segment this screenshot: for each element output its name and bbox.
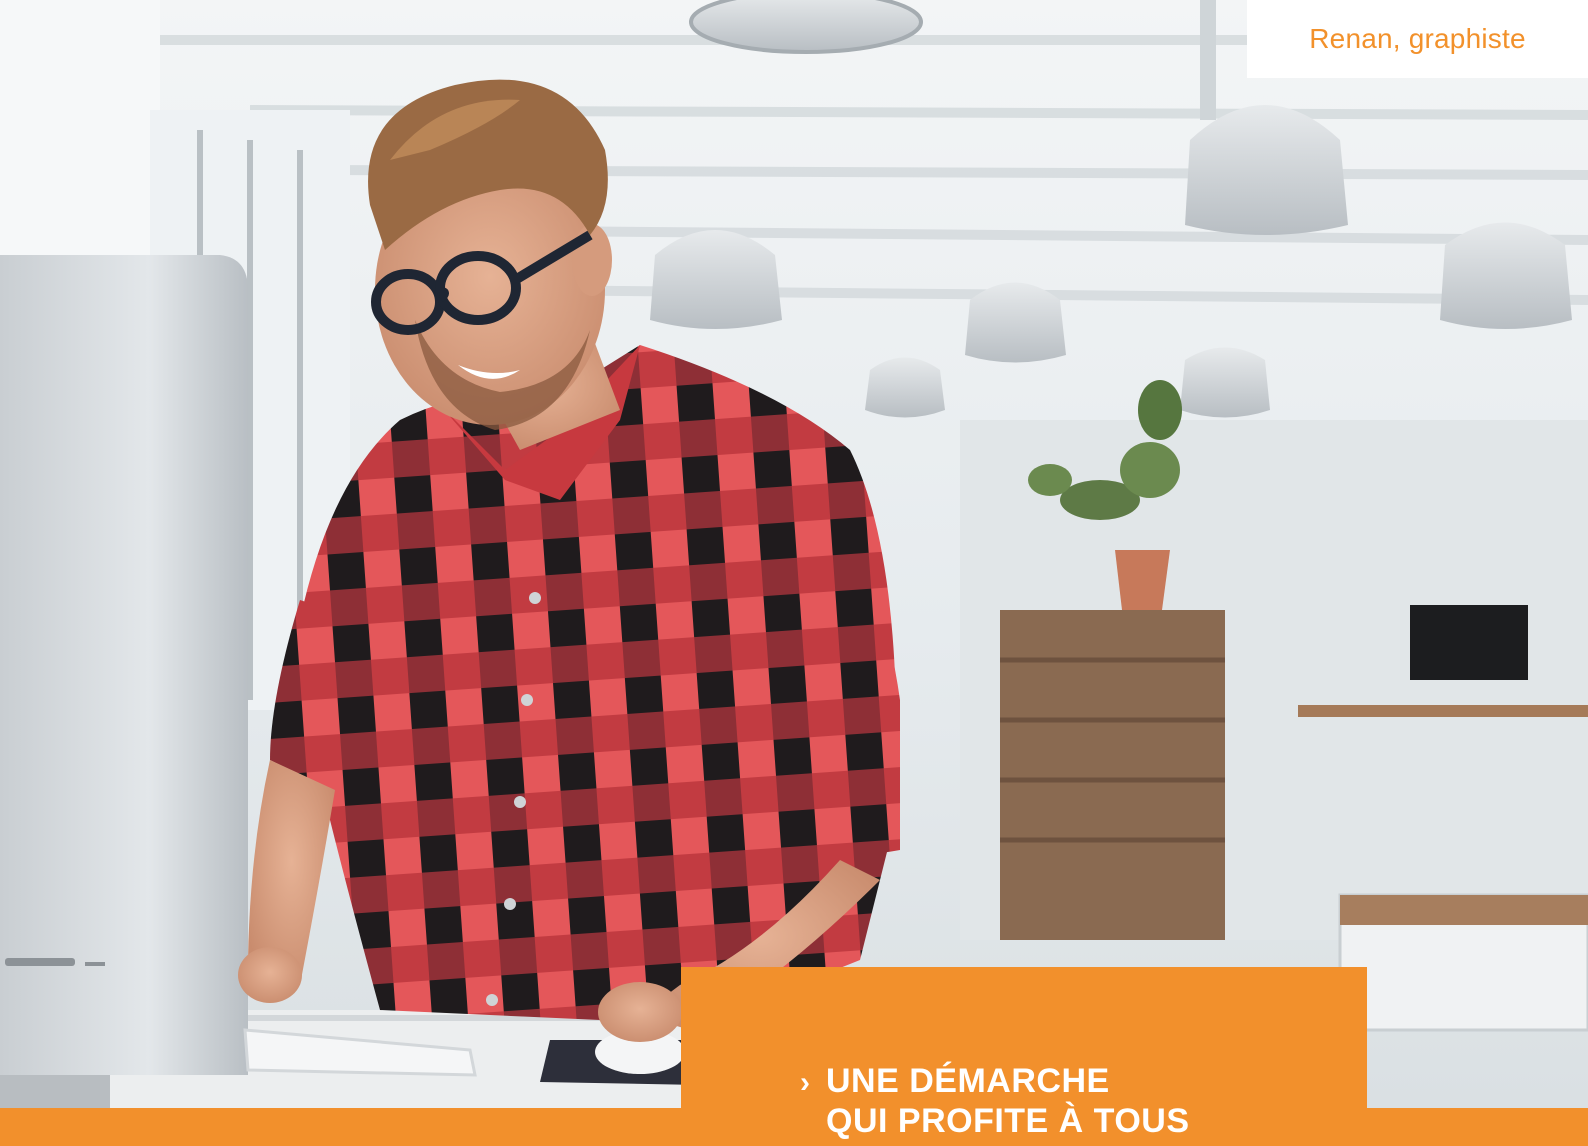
headline-line-2: QUI PROFITE À TOUS bbox=[826, 1102, 1190, 1140]
caption-tag: Renan, graphiste bbox=[1247, 0, 1588, 78]
headline-line-1: UNE DÉMARCHE bbox=[826, 1062, 1110, 1100]
headline: › UNE DÉMARCHE QUI PROFITE À TOUS bbox=[800, 1062, 1360, 1140]
caption-text: Renan, graphiste bbox=[1309, 23, 1526, 54]
chevron-right-icon: › bbox=[800, 1066, 811, 1099]
